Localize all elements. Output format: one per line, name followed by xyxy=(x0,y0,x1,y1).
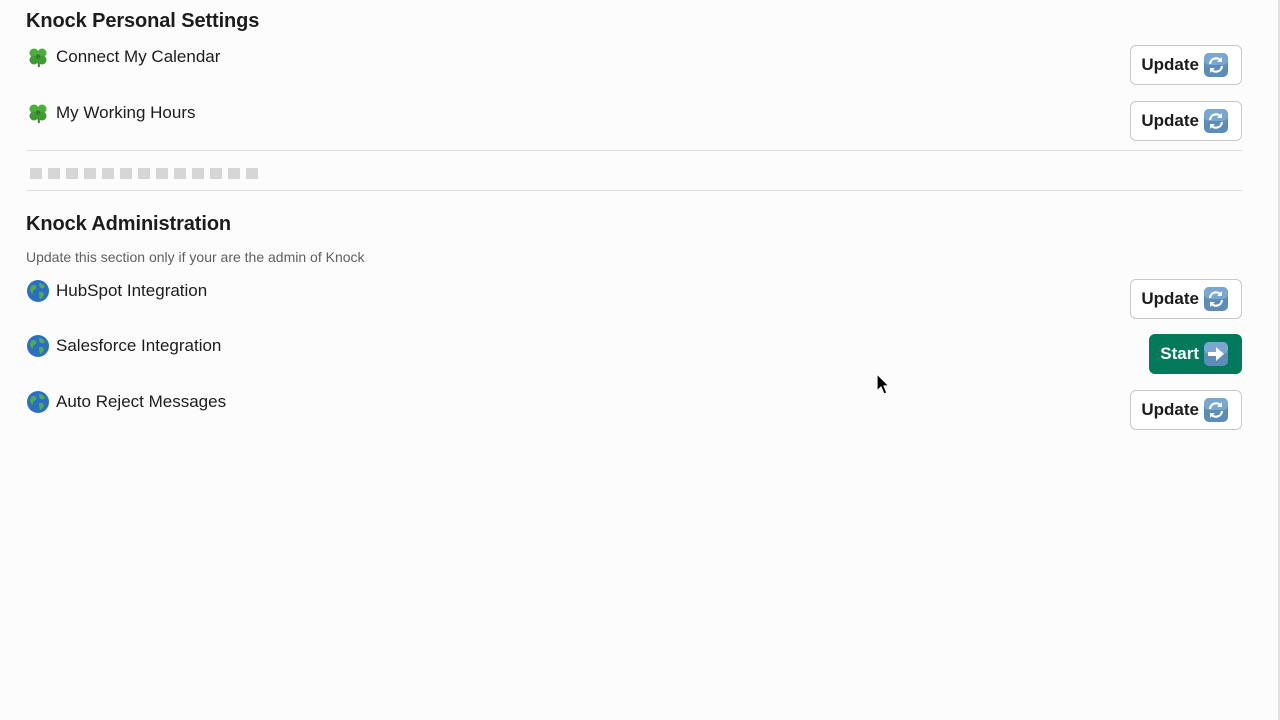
admin-subtitle: Update this section only if your are the… xyxy=(26,249,365,265)
setting-label: Salesforce Integration xyxy=(56,336,222,355)
setting-row-hubspot: HubSpot Integration Update xyxy=(26,279,1242,323)
setting-label: My Working Hours xyxy=(56,103,196,122)
refresh-icon xyxy=(1203,397,1229,423)
setting-label: Connect My Calendar xyxy=(56,47,221,66)
section-divider xyxy=(26,150,1242,151)
personal-settings-heading: Knock Personal Settings xyxy=(26,10,260,32)
setting-label: HubSpot Integration xyxy=(56,281,208,300)
globe-icon xyxy=(26,279,50,303)
start-salesforce-button[interactable]: Start xyxy=(1149,334,1242,374)
section-divider xyxy=(26,190,1242,191)
update-hubspot-button[interactable]: Update xyxy=(1130,279,1242,319)
setting-label: Auto Reject Messages xyxy=(56,392,227,411)
refresh-icon xyxy=(1203,286,1229,312)
settings-page: Knock Personal Settings Connect My Calen… xyxy=(0,0,1280,720)
setting-label-wrap: Auto Reject Messages xyxy=(26,390,226,414)
setting-label-wrap: Salesforce Integration xyxy=(26,334,221,358)
globe-icon xyxy=(26,334,50,358)
update-calendar-button[interactable]: Update xyxy=(1130,45,1242,85)
refresh-icon xyxy=(1203,108,1229,134)
loading-placeholder xyxy=(30,168,258,179)
setting-label-wrap: HubSpot Integration xyxy=(26,279,207,303)
update-working-hours-button[interactable]: Update xyxy=(1130,101,1242,141)
mouse-cursor-icon xyxy=(876,372,891,395)
right-arrow-icon xyxy=(1203,341,1229,367)
button-label: Update xyxy=(1141,111,1199,130)
four-leaf-clover-icon xyxy=(26,101,50,125)
setting-label-wrap: My Working Hours xyxy=(26,101,196,125)
update-auto-reject-button[interactable]: Update xyxy=(1130,390,1242,430)
button-label: Update xyxy=(1141,400,1199,419)
setting-label-wrap: Connect My Calendar xyxy=(26,45,220,69)
button-label: Start xyxy=(1160,344,1199,363)
admin-settings-heading: Knock Administration xyxy=(26,213,232,235)
setting-row-auto-reject: Auto Reject Messages Update xyxy=(26,390,1242,434)
setting-row-salesforce: Salesforce Integration Start xyxy=(26,334,1242,378)
setting-row-working-hours: My Working Hours Update xyxy=(26,101,1242,145)
four-leaf-clover-icon xyxy=(26,45,50,69)
globe-icon xyxy=(26,390,50,414)
setting-row-connect-calendar: Connect My Calendar Update xyxy=(26,45,1242,89)
button-label: Update xyxy=(1141,289,1199,308)
button-label: Update xyxy=(1141,55,1199,74)
refresh-icon xyxy=(1203,52,1229,78)
